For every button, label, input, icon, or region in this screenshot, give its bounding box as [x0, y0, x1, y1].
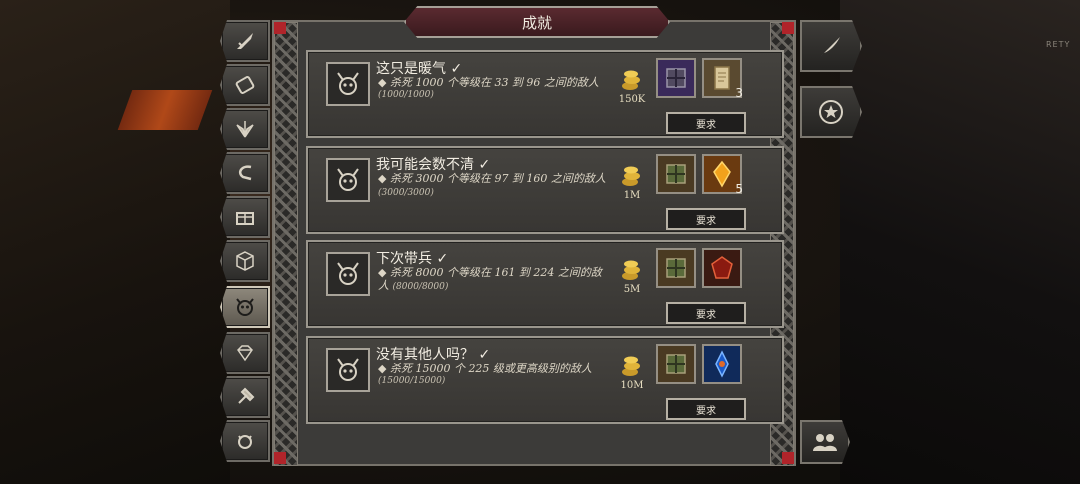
blue-shard-icon — [715, 350, 729, 378]
group-icon — [813, 434, 837, 451]
achievement-description-text: ◆ 杀死 3000 个等级在 97 到 160 之间的敌人 — [378, 172, 606, 185]
achievement-progress: (1000/1000) — [378, 90, 434, 100]
achievement-icon — [326, 62, 370, 106]
reward-item[interactable] — [656, 248, 696, 288]
cube-tab[interactable] — [220, 240, 270, 282]
chest-tab[interactable] — [220, 196, 270, 238]
achievement-description: ◆ 杀死 1000 个等级在 33 到 96 之间的敌人 — [378, 76, 608, 89]
achievement-description: ◆ 杀死 15000 个 225 级或更高级别的敌人 — [378, 362, 608, 375]
achievement-title: 这只是暖气 ✓ — [376, 61, 463, 77]
reward-quantity: 3 — [735, 86, 743, 100]
achievement-title: 下次带兵 ✓ — [376, 251, 449, 267]
reward-item[interactable] — [656, 58, 696, 98]
red-gem-icon — [711, 256, 733, 279]
demon-skull-icon — [337, 262, 359, 285]
panel-title: 成就 — [404, 6, 670, 38]
reward-item[interactable]: 3 — [702, 58, 743, 100]
gem-tab[interactable] — [220, 332, 270, 374]
achievement-title: 我可能会数不清 ✓ — [376, 157, 491, 173]
demon-skull-icon — [337, 72, 359, 95]
reward-quantity: 5 — [735, 182, 743, 196]
achievement-card: 我可能会数不清 ✓ ◆ 杀死 3000 个等级在 97 到 160 之间的敌人 … — [306, 146, 784, 234]
reward-item[interactable] — [702, 248, 742, 288]
sword-icon — [237, 33, 253, 49]
gold-reward: 5M — [614, 256, 650, 295]
requirements-button[interactable]: 要求 — [666, 398, 746, 420]
gold-coins-icon — [622, 70, 640, 90]
reward-item[interactable]: 5 — [702, 154, 743, 196]
achievement-icon — [326, 252, 370, 296]
achievement-card: 这只是暖气 ✓ ◆ 杀死 1000 个等级在 33 到 96 之间的敌人 (10… — [306, 50, 784, 138]
green-cube-icon — [666, 164, 686, 184]
achievement-progress: (15000/15000) — [378, 376, 446, 386]
scroll-icon — [235, 76, 255, 94]
achievement-list: 这只是暖气 ✓ ◆ 杀死 1000 个等级在 33 到 96 之间的敌人 (10… — [306, 46, 786, 436]
quill-icon — [821, 37, 840, 56]
achievement-card: 下次带兵 ✓ ◆ 杀死 8000 个等级在 161 到 224 之间的敌人 (8… — [306, 240, 784, 328]
laurel-star-icon — [819, 100, 843, 124]
achievement-icon — [326, 348, 370, 392]
gold-reward: 10M — [614, 352, 650, 391]
parchment-scroll-icon — [714, 66, 730, 90]
demon-skull-tab[interactable] — [220, 286, 270, 328]
wings-tab[interactable] — [220, 108, 270, 150]
gold-amount: 5M — [623, 284, 641, 295]
wings-icon — [236, 121, 254, 138]
achievement-description-text: ◆ 杀死 15000 个 225 级或更高级别的敌人 — [378, 362, 592, 375]
reward-item[interactable] — [702, 344, 742, 384]
requirements-button[interactable]: 要求 — [666, 112, 746, 134]
background-right — [840, 0, 1080, 484]
gold-reward: 150K — [614, 66, 650, 105]
achievement-progress: (3000/3000) — [378, 188, 434, 198]
sword-tab[interactable] — [220, 20, 270, 62]
corner-ornament — [274, 22, 286, 34]
cube-icon — [236, 251, 254, 271]
achievement-description: ◆ 杀死 3000 个等级在 97 到 160 之间的敌人 (3000/3000… — [378, 172, 608, 200]
reward-item[interactable] — [656, 154, 696, 194]
pet-tab[interactable] — [220, 420, 270, 462]
achievement-card: 没有其他人吗？ ✓ ◆ 杀死 15000 个 225 级或更高级别的敌人 (15… — [306, 336, 784, 424]
achievement-title: 没有其他人吗？ ✓ — [376, 347, 491, 363]
panel-title-text: 成就 — [521, 13, 552, 32]
background-sign: RETY — [1046, 40, 1071, 49]
requirements-button[interactable]: 要求 — [666, 302, 746, 324]
gold-coins-icon — [622, 356, 640, 376]
requirements-button[interactable]: 要求 — [666, 208, 746, 230]
amber-gem-icon — [713, 160, 731, 188]
reward-item[interactable] — [656, 344, 696, 384]
left-chain-border — [274, 22, 298, 466]
gold-amount: 150K — [618, 94, 646, 105]
hammer-tab[interactable] — [220, 376, 270, 418]
scroll-tab[interactable] — [220, 64, 270, 106]
hook-tab[interactable] — [220, 152, 270, 194]
gem-icon — [237, 345, 253, 362]
hammer-icon — [238, 387, 255, 404]
corner-ornament — [782, 452, 794, 464]
gold-amount: 10M — [620, 380, 644, 391]
achievement-description: ◆ 杀死 8000 个等级在 161 到 224 之间的敌人 (8000/800… — [378, 266, 608, 294]
laurel-star-button[interactable] — [800, 86, 862, 138]
hook-icon — [239, 165, 252, 181]
corner-ornament — [274, 452, 286, 464]
achievement-description-text: ◆ 杀死 1000 个等级在 33 到 96 之间的敌人 — [378, 76, 599, 89]
chest-icon — [236, 212, 254, 225]
gold-reward: 1M — [614, 162, 650, 201]
green-cube-icon — [666, 354, 686, 374]
group-button[interactable] — [800, 420, 850, 464]
demon-skull-icon — [337, 168, 359, 191]
achievement-icon — [326, 158, 370, 202]
green-cube-icon — [666, 258, 686, 278]
background-ember — [117, 90, 213, 130]
purple-cube-icon — [666, 68, 686, 88]
demon-skull-icon — [236, 298, 254, 316]
background-left — [0, 0, 230, 484]
gold-amount: 1M — [623, 190, 641, 201]
gold-coins-icon — [622, 166, 640, 186]
gold-coins-icon — [622, 260, 640, 280]
corner-ornament — [782, 22, 794, 34]
demon-skull-icon — [337, 358, 359, 381]
quill-button[interactable] — [800, 20, 862, 72]
achievement-progress: (8000/8000) — [392, 282, 449, 292]
pet-icon — [238, 435, 252, 449]
